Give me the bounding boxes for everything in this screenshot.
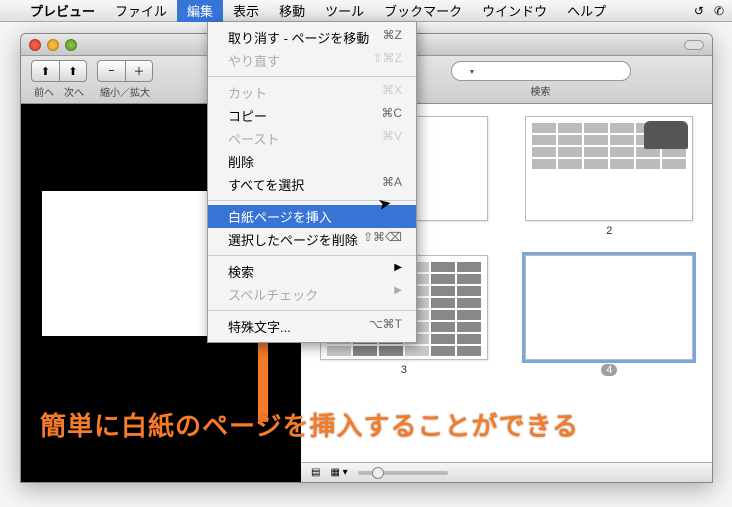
menu-item: ペースト⌘V: [208, 127, 416, 150]
zoom-out-button[interactable]: −: [97, 60, 125, 82]
thumbnail-view-icon[interactable]: ▦ ▾: [330, 467, 347, 478]
thumbnail-page-number: 2: [601, 225, 617, 237]
toolbar-label: 縮小／拡大: [100, 84, 150, 99]
app-menu[interactable]: プレビュー: [20, 0, 105, 22]
menu-item: スペルチェック▶: [208, 283, 416, 306]
menubar-extra-icon[interactable]: ✆: [714, 4, 724, 18]
search-dropdown-icon[interactable]: ▼: [469, 69, 476, 76]
menu-tools[interactable]: ツール: [315, 0, 374, 22]
thumbnail-view-icon[interactable]: ▤: [311, 467, 320, 478]
menu-item: やり直す⇧⌘Z: [208, 49, 416, 72]
forward-button[interactable]: ⬆: [59, 60, 87, 82]
menu-bookmarks[interactable]: ブックマーク: [374, 0, 472, 22]
menu-item[interactable]: 選択したページを削除⇧⌘⌫: [208, 228, 416, 251]
menu-item[interactable]: 削除: [208, 150, 416, 173]
menu-item[interactable]: 検索▶: [208, 260, 416, 283]
menu-item[interactable]: 取り消す - ページを移動⌘Z: [208, 26, 416, 49]
menu-file[interactable]: ファイル: [105, 0, 177, 22]
menu-item: カット⌘X: [208, 81, 416, 104]
toolbar-label: 検索: [531, 83, 551, 98]
zoom-in-button[interactable]: ＋: [125, 60, 153, 82]
thumbnail-page-number: 4: [601, 364, 617, 376]
sidebar-bottom-bar: ▤ ▦ ▾: [301, 462, 712, 482]
close-button[interactable]: [29, 39, 41, 51]
menu-help[interactable]: ヘルプ: [557, 0, 616, 22]
menu-go[interactable]: 移動: [269, 0, 315, 22]
search-input[interactable]: [451, 61, 631, 81]
back-button[interactable]: ⬆: [31, 60, 59, 82]
menu-edit[interactable]: 編集: [177, 0, 223, 22]
menu-window[interactable]: ウインドウ: [472, 0, 557, 22]
menu-item[interactable]: 白紙ページを挿入: [208, 205, 416, 228]
menu-item[interactable]: すべてを選択⌘A: [208, 173, 416, 196]
zoom-button[interactable]: [65, 39, 77, 51]
menu-view[interactable]: 表示: [223, 0, 269, 22]
annotation-text: 簡単に白紙のページを挿入することができる: [40, 406, 579, 443]
system-menubar: プレビュー ファイル 編集 表示 移動 ツール ブックマーク ウインドウ ヘルプ…: [0, 0, 732, 22]
toolbar-label: 前へ 次へ: [34, 84, 84, 99]
page-thumbnail[interactable]: 2: [525, 116, 693, 237]
menubar-extra-icon[interactable]: ↺: [694, 4, 704, 18]
thumbnail-size-slider[interactable]: [358, 471, 448, 475]
thumbnail-page-number: 3: [396, 364, 412, 376]
edit-menu-dropdown: 取り消す - ページを移動⌘Zやり直す⇧⌘Z カット⌘Xコピー⌘Cペースト⌘V削除…: [207, 22, 417, 343]
page-thumbnail[interactable]: 4: [525, 255, 693, 376]
menu-item[interactable]: コピー⌘C: [208, 104, 416, 127]
toolbar-toggle-pill[interactable]: [684, 40, 704, 50]
menu-item[interactable]: 特殊文字...⌥⌘T: [208, 315, 416, 338]
minimize-button[interactable]: [47, 39, 59, 51]
